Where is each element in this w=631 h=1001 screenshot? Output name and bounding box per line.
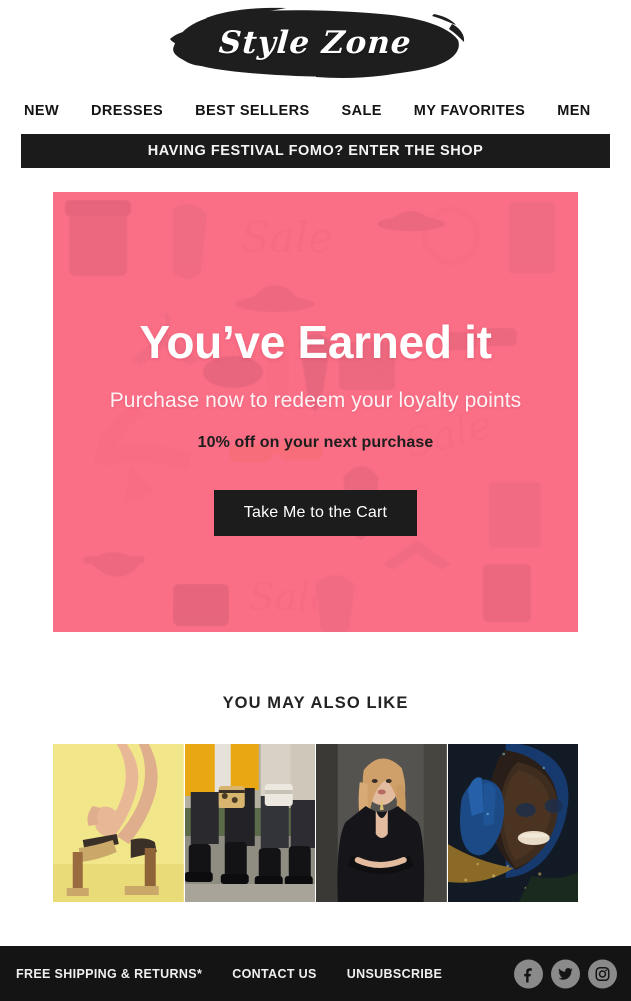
glitter-makeup-portrait-image [447, 744, 578, 902]
recommendations-gallery [53, 744, 578, 902]
twitter-glyph [558, 967, 573, 980]
product-thumbnail-2[interactable] [184, 744, 315, 902]
footer-link-free-shipping[interactable]: FREE SHIPPING & RETURNS* [16, 967, 202, 981]
product-thumbnail-3[interactable] [316, 744, 447, 902]
social-links [514, 959, 617, 988]
hero-banner: Sale [53, 192, 578, 632]
nav-item-my-favorites[interactable]: MY FAVORITES [414, 103, 525, 119]
footer-link-contact-us[interactable]: CONTACT US [232, 967, 317, 981]
hero-subtitle: Purchase now to redeem your loyalty poin… [109, 388, 522, 412]
email-page: Style Zone NEW DRESSES BEST SELLERS SALE… [0, 0, 631, 1001]
footer: FREE SHIPPING & RETURNS* CONTACT US UNSU… [0, 946, 631, 1001]
promo-banner-text: HAVING FESTIVAL FOMO? ENTER THE SHOP [147, 143, 484, 159]
nav-item-dresses[interactable]: DRESSES [91, 103, 163, 119]
street-style-boots-image [184, 744, 315, 902]
footer-link-unsubscribe[interactable]: UNSUBSCRIBE [347, 967, 443, 981]
twitter-icon[interactable] [551, 959, 580, 988]
heels-on-yellow-image [53, 744, 184, 902]
hero-offer-text: 10% off on your next purchase [197, 433, 434, 451]
nav-item-men[interactable]: MEN [557, 103, 590, 119]
take-me-to-the-cart-button[interactable]: Take Me to the Cart [213, 489, 418, 536]
logo-brushstroke[interactable]: Style Zone [166, 6, 466, 80]
logo-text: Style Zone [217, 24, 414, 61]
brand-header: Style Zone [0, 0, 631, 85]
instagram-icon[interactable] [588, 959, 617, 988]
footer-links: FREE SHIPPING & RETURNS* CONTACT US UNSU… [16, 967, 472, 981]
product-thumbnail-4[interactable] [447, 744, 578, 902]
promo-banner[interactable]: HAVING FESTIVAL FOMO? ENTER THE SHOP [21, 134, 610, 168]
hero-title: You’ve Earned it [139, 316, 492, 368]
hero-content: You’ve Earned it Purchase now to redeem … [53, 192, 578, 632]
product-thumbnail-1[interactable] [53, 744, 184, 902]
nav-item-new[interactable]: NEW [24, 103, 59, 119]
recommendations-title: YOU MAY ALSO LIKE [222, 694, 409, 712]
nav-item-best-sellers[interactable]: BEST SELLERS [195, 103, 309, 119]
facebook-glyph [524, 967, 532, 982]
instagram-glyph [595, 966, 610, 981]
main-navigation: NEW DRESSES BEST SELLERS SALE MY FAVORIT… [0, 96, 631, 126]
nav-item-sale[interactable]: SALE [342, 103, 382, 119]
woman-black-dress-image [316, 744, 447, 902]
facebook-icon[interactable] [514, 959, 543, 988]
